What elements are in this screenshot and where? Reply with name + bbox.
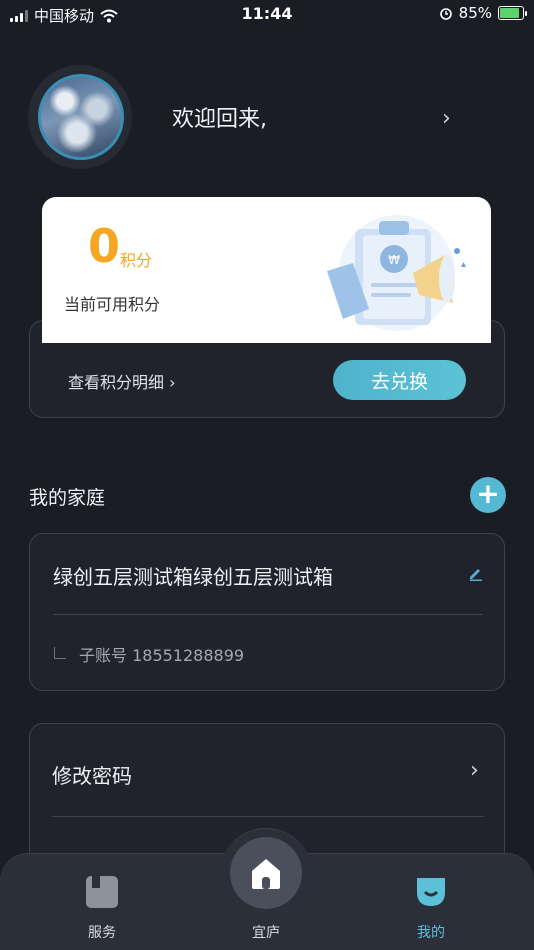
profile-icon[interactable] (413, 874, 449, 910)
edit-icon[interactable] (468, 565, 484, 581)
points-value: 0 (88, 219, 121, 273)
points-card: 0 积分 当前可用积分 ₩ (42, 197, 491, 343)
tab-service-label[interactable]: 服务 (62, 922, 142, 942)
divider (52, 816, 484, 817)
status-right: 85% (439, 4, 527, 22)
avatar[interactable] (38, 74, 124, 160)
points-label: 当前可用积分 (64, 295, 161, 314)
tab-home-label[interactable]: 宜庐 (226, 922, 306, 942)
status-bar: 中国移动 11:44 85% (0, 0, 534, 30)
svg-text:₩: ₩ (388, 253, 400, 267)
chevron-right-icon[interactable]: › (470, 758, 479, 783)
battery-icon (498, 6, 527, 20)
battery-percent: 85% (458, 4, 492, 22)
service-icon[interactable] (84, 874, 120, 910)
family-section-title: 我的家庭 (29, 487, 106, 509)
change-password-item[interactable]: 修改密码 (52, 760, 132, 789)
clipboard-megaphone-illustration: ₩ (327, 215, 466, 331)
chevron-right-icon[interactable]: › (442, 106, 451, 131)
alarm-icon (439, 8, 452, 20)
family-card[interactable]: 绿创五层测试箱绿创五层测试箱 子账号 18551288899 (29, 533, 505, 691)
welcome-text[interactable]: 欢迎回来, (172, 101, 267, 133)
chevron-right-icon: › (169, 373, 176, 392)
sub-account-icon (54, 647, 66, 659)
family-name: 绿创五层测试箱绿创五层测试箱 (53, 565, 333, 589)
sub-account-info: 子账号 18551288899 (79, 646, 245, 665)
add-family-button[interactable]: + (470, 477, 506, 513)
points-unit: 积分 (120, 251, 153, 270)
home-icon (252, 859, 280, 889)
exchange-button[interactable]: 去兑换 (333, 360, 466, 400)
points-detail-link[interactable]: 查看积分明细 › (68, 369, 176, 393)
tab-home[interactable] (230, 837, 302, 909)
tab-mine-label[interactable]: 我的 (391, 922, 471, 942)
points-detail-label: 查看积分明细 (68, 373, 165, 392)
divider (53, 614, 483, 615)
